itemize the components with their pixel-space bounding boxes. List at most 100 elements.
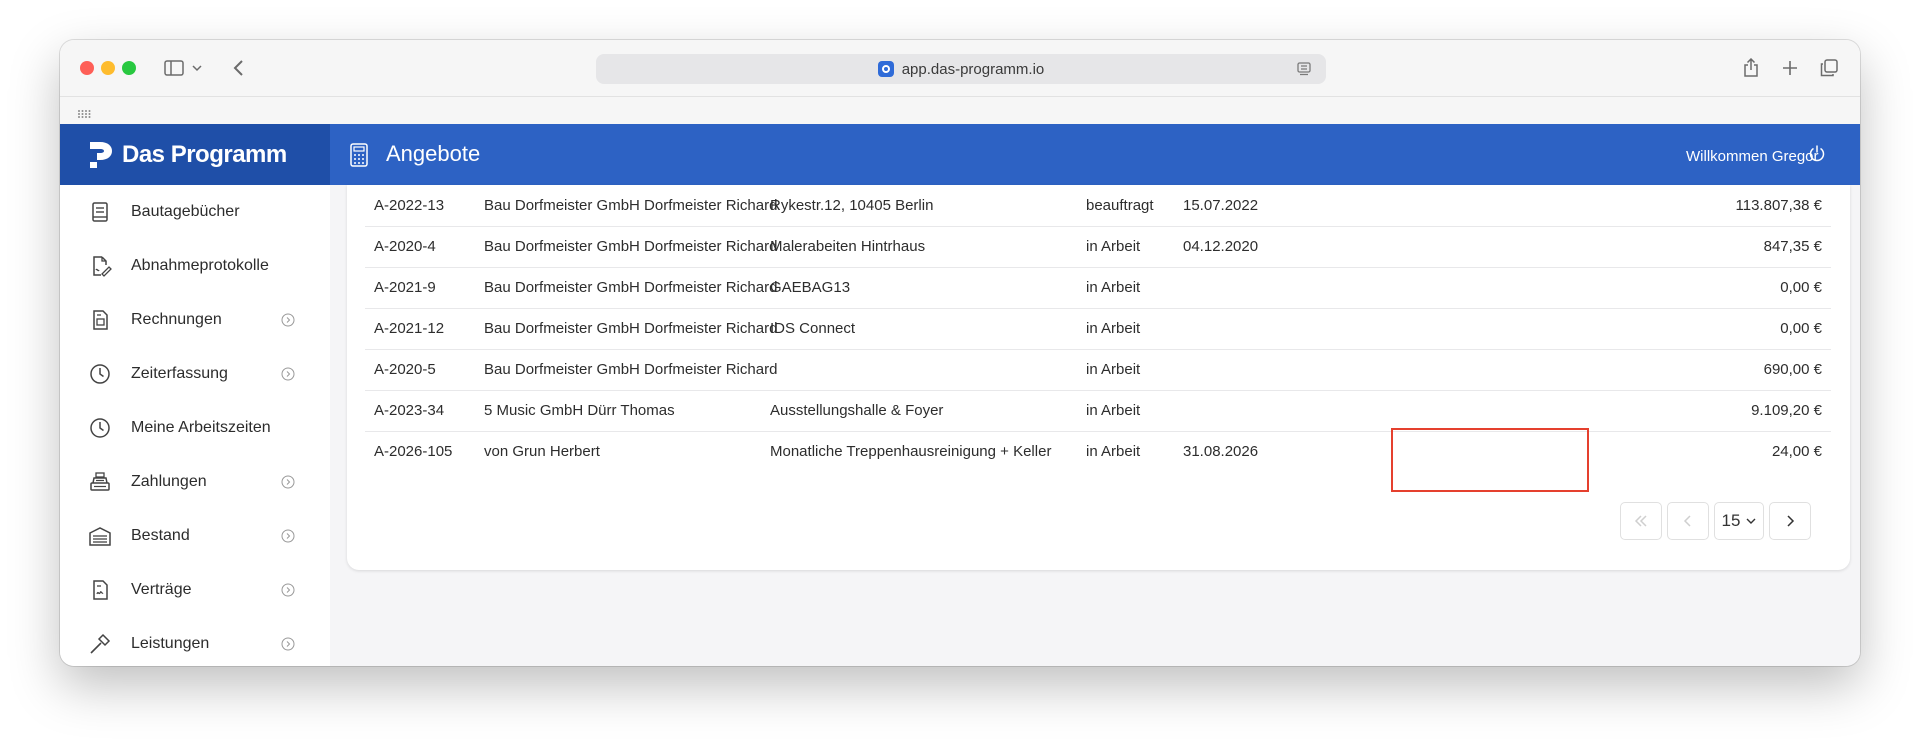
chevron-right-circle-icon: [281, 475, 295, 489]
amount: 113.807,38 €: [1735, 197, 1822, 214]
project: IDS Connect: [770, 320, 856, 337]
sidebar-item-meine-arbeitszeiten[interactable]: Meine Arbeitszeiten: [60, 401, 330, 455]
project: Ausstellungshalle & Foyer: [770, 402, 944, 419]
sidebar: Das Programm Bautagebücher Abnahmeprotok…: [60, 124, 331, 666]
app-header: Angebote Willkommen Gregor: [330, 124, 1860, 185]
sidebar-item-label: Verträge: [131, 581, 192, 598]
page-size-value: 15: [1721, 511, 1741, 530]
pagination-highlight-box: [1391, 428, 1589, 492]
warehouse-icon: [88, 524, 112, 548]
table-row[interactable]: A-2023-34 5 Music GmbH Dürr Thomas Ausst…: [365, 390, 1831, 432]
previous-page-button[interactable]: [1667, 502, 1709, 540]
chevron-right-circle-icon: [281, 637, 295, 651]
cash-register-icon: [88, 470, 112, 494]
status: in Arbeit: [1086, 361, 1141, 378]
project: Rykestr.12, 10405 Berlin: [770, 197, 934, 214]
logo[interactable]: Das Programm: [60, 124, 330, 185]
table-row[interactable]: A-2021-12 Bau Dorfmeister GmbH Dorfmeist…: [365, 308, 1831, 350]
welcome-text: Willkommen Gregor: [1686, 148, 1819, 165]
chevron-right-circle-icon: [281, 583, 295, 597]
table-row[interactable]: A-2020-4 Bau Dorfmeister GmbH Dorfmeiste…: [365, 226, 1831, 268]
table-row[interactable]: A-2022-13 Bau Dorfmeister GmbH Dorfmeist…: [365, 185, 1831, 227]
tab-overview-icon[interactable]: [1818, 54, 1840, 82]
url-text: app.das-programm.io: [901, 60, 1045, 78]
zoom-window-button[interactable]: [122, 61, 136, 75]
reader-mode-icon[interactable]: [1296, 61, 1312, 81]
chevron-down-icon[interactable]: [190, 54, 204, 82]
hammer-icon: [88, 632, 112, 656]
amount: 24,00 €: [1771, 443, 1822, 460]
first-page-button[interactable]: [1620, 502, 1662, 540]
customer: Bau Dorfmeister GmbH Dorfmeister Richard: [484, 320, 778, 337]
status: beauftragt: [1086, 197, 1154, 214]
customer: Bau Dorfmeister GmbH Dorfmeister Richard: [484, 197, 778, 214]
logout-power-icon[interactable]: [1808, 144, 1826, 167]
logo-text: Das Programm: [122, 140, 287, 168]
customer: Bau Dorfmeister GmbH Dorfmeister Richard: [484, 238, 778, 255]
status: in Arbeit: [1086, 279, 1141, 296]
clock-icon: [88, 362, 112, 386]
offer-number: A-2021-9: [374, 279, 436, 296]
table-row[interactable]: A-2020-5 Bau Dorfmeister GmbH Dorfmeiste…: [365, 349, 1831, 391]
customer: Bau Dorfmeister GmbH Dorfmeister Richard: [484, 361, 778, 378]
customer: 5 Music GmbH Dürr Thomas: [484, 402, 675, 419]
status: in Arbeit: [1086, 238, 1141, 255]
close-window-button[interactable]: [80, 61, 94, 75]
sidebar-item-label: Leistungen: [131, 635, 210, 652]
sidebar-item-label: Bestand: [131, 527, 190, 544]
contract-icon: [88, 578, 112, 602]
main-content: A-2022-13 Bau Dorfmeister GmbH Dorfmeist…: [330, 185, 1860, 666]
browser-titlebar: app.das-programm.io: [60, 40, 1860, 96]
page-size-select[interactable]: 15: [1714, 502, 1764, 540]
share-icon[interactable]: [1740, 54, 1762, 82]
new-tab-icon[interactable]: [1779, 54, 1801, 82]
project: Malerabeiten Hintrhaus: [770, 238, 926, 255]
offer-number: A-2022-13: [374, 197, 445, 214]
minimize-window-button[interactable]: [101, 61, 115, 75]
chevron-down-icon: [1746, 517, 1756, 525]
sidebar-toggle-icon[interactable]: [162, 54, 186, 82]
sidebar-item-abnahmeprotokolle[interactable]: Abnahmeprotokolle: [60, 239, 330, 293]
sidebar-item-leistungen[interactable]: Leistungen: [60, 617, 330, 666]
offer-number: A-2020-4: [374, 238, 436, 255]
status: in Arbeit: [1086, 443, 1141, 460]
back-icon[interactable]: [228, 54, 248, 82]
address-bar[interactable]: app.das-programm.io: [596, 54, 1326, 84]
sidebar-item-label: Meine Arbeitszeiten: [131, 419, 271, 436]
date: 04.12.2020: [1183, 238, 1259, 255]
sidebar-item-bestand[interactable]: Bestand: [60, 509, 330, 563]
page-title: Angebote: [386, 141, 481, 166]
offer-number: A-2020-5: [374, 361, 436, 378]
document-signature-icon: [88, 254, 112, 278]
sidebar-item-rechnungen[interactable]: Rechnungen: [60, 293, 330, 347]
apps-grid-icon[interactable]: [77, 106, 91, 124]
chevron-right-circle-icon: [281, 367, 295, 381]
project: GAEBAG13: [770, 279, 851, 296]
sidebar-item-vertraege[interactable]: Verträge: [60, 563, 330, 617]
sidebar-item-bautagebuecher[interactable]: Bautagebücher: [60, 185, 330, 239]
clock-icon: [88, 416, 112, 440]
sidebar-item-label: Rechnungen: [131, 311, 222, 328]
table-row[interactable]: A-2026-105 von Grun Herbert Monatliche T…: [365, 431, 1831, 472]
next-page-button[interactable]: [1769, 502, 1811, 540]
amount: 847,35 €: [1763, 238, 1822, 255]
sidebar-item-label: Abnahmeprotokolle: [131, 257, 269, 274]
amount: 0,00 €: [1780, 279, 1822, 296]
favorites-bar: [60, 96, 1860, 125]
browser-window: app.das-programm.io Das Programm Bautage…: [60, 40, 1860, 666]
chevron-right-circle-icon: [281, 529, 295, 543]
status: in Arbeit: [1086, 320, 1141, 337]
calculator-icon: [350, 143, 368, 172]
sidebar-item-zeiterfassung[interactable]: Zeiterfassung: [60, 347, 330, 401]
logo-mark-icon: [88, 141, 114, 169]
app-container: Das Programm Bautagebücher Abnahmeprotok…: [60, 124, 1860, 666]
sidebar-item-label: Bautagebücher: [131, 203, 240, 220]
date: 15.07.2022: [1183, 197, 1259, 214]
table-row[interactable]: A-2021-9 Bau Dorfmeister GmbH Dorfmeiste…: [365, 267, 1831, 309]
sidebar-item-zahlungen[interactable]: Zahlungen: [60, 455, 330, 509]
offers-table-card: A-2022-13 Bau Dorfmeister GmbH Dorfmeist…: [347, 185, 1850, 570]
status: in Arbeit: [1086, 402, 1141, 419]
sidebar-item-label: Zahlungen: [131, 473, 207, 490]
sidebar-item-label: Zeiterfassung: [131, 365, 228, 382]
invoice-icon: [88, 308, 112, 332]
